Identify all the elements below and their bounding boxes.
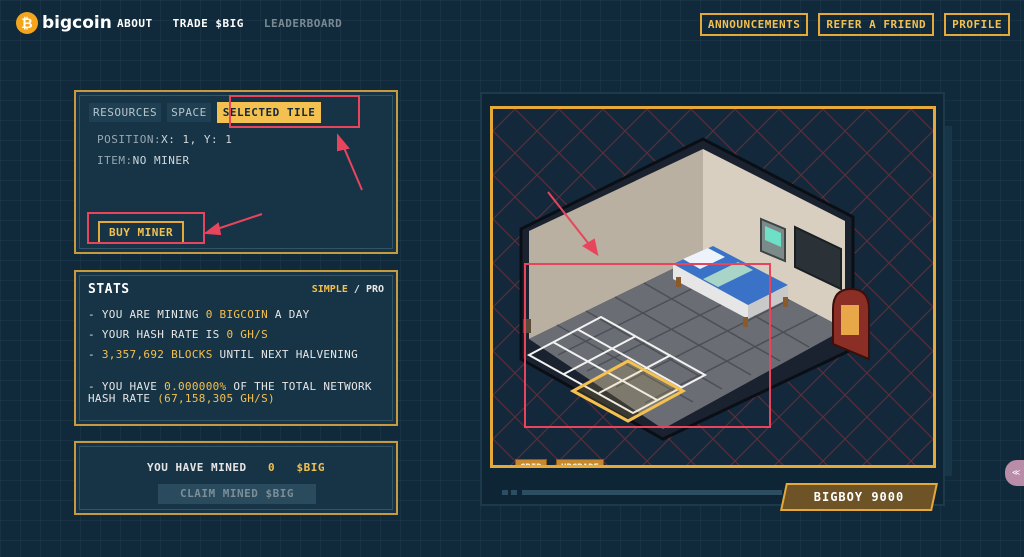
- nav-trade-big[interactable]: TRADE $BIG: [173, 17, 244, 30]
- mined-unit: $BIG: [296, 461, 326, 474]
- side-scrollbar[interactable]: [944, 126, 952, 476]
- frame-indicator-dots: [502, 490, 517, 495]
- annotation-box-floor-grid: [524, 263, 771, 428]
- item-row: ITEM:NO MINER: [97, 154, 190, 167]
- mined-amount: 0: [268, 461, 276, 474]
- miner-name-text: BIGBOY 9000: [813, 490, 905, 504]
- header-actions: ANNOUNCEMENTS REFER A FRIEND PROFILE: [699, 13, 1010, 36]
- refer-a-friend-button[interactable]: REFER A FRIEND: [818, 13, 935, 36]
- stats-panel: STATS SIMPLE / PRO - YOU ARE MINING 0 BI…: [74, 270, 398, 426]
- stat-text: - YOUR HASH RATE IS: [88, 328, 227, 341]
- annotation-box-selected-tile: [229, 95, 360, 128]
- announcements-button[interactable]: ANNOUNCEMENTS: [699, 13, 809, 36]
- stat-mining-rate: - YOU ARE MINING 0 BIGCOIN A DAY: [88, 309, 388, 321]
- upgrade-button[interactable]: UPGRADE: [556, 459, 604, 465]
- nav-about[interactable]: ABOUT: [117, 17, 153, 30]
- position-row: POSITION:X: 1, Y: 1: [97, 133, 232, 146]
- stat-value: 0 BIGCOIN: [205, 308, 268, 321]
- position-label: POSITION:: [97, 133, 162, 146]
- side-drawer-tab[interactable]: ≪: [1005, 460, 1024, 486]
- item-value: NO MINER: [132, 154, 190, 167]
- mined-panel: YOU HAVE MINED 0 $BIG CLAIM MINED $BIG: [74, 441, 398, 515]
- grid-toggle-button[interactable]: GRID: [515, 459, 547, 465]
- stat-text: UNTIL NEXT HALVENING: [212, 348, 358, 361]
- stat-text: - YOU ARE MINING: [88, 308, 206, 321]
- stat-text: -: [88, 348, 102, 361]
- stats-title: STATS: [88, 282, 130, 297]
- mode-separator: /: [353, 284, 360, 295]
- mined-summary: YOU HAVE MINED 0 $BIG: [76, 461, 396, 474]
- logo[interactable]: ₿ bigcoin: [16, 12, 112, 34]
- claim-mined-button[interactable]: CLAIM MINED $BIG: [158, 484, 316, 504]
- logo-text: bigcoin: [42, 13, 112, 33]
- stat-halvening: - 3,357,692 BLOCKS UNTIL NEXT HALVENING: [88, 349, 388, 361]
- item-label: ITEM:: [97, 154, 133, 167]
- position-value: X: 1, Y: 1: [161, 133, 233, 146]
- top-header: ₿ bigcoin ABOUT TRADE $BIG LEADERBOARD A…: [0, 0, 1024, 50]
- annotation-box-buy-miner: [87, 212, 205, 244]
- stat-value: (67,158,305 GH/S): [157, 392, 275, 405]
- stat-text: A DAY: [268, 308, 310, 321]
- stat-value: 0 GH/S: [226, 328, 268, 341]
- mode-simple[interactable]: SIMPLE: [312, 284, 348, 295]
- mined-label: YOU HAVE MINED: [146, 461, 247, 474]
- mode-pro[interactable]: PRO: [366, 284, 384, 295]
- profile-button[interactable]: PROFILE: [944, 13, 1010, 36]
- stats-mode-toggle: SIMPLE / PRO: [312, 284, 384, 295]
- bitcoin-coin-icon: ₿: [16, 12, 38, 34]
- stat-value: 3,357,692 BLOCKS: [101, 348, 213, 361]
- frame-progress-bar: [522, 490, 782, 495]
- stat-hash-rate: - YOUR HASH RATE IS 0 GH/S: [88, 329, 388, 341]
- stat-network-share: - YOU HAVE 0.000000% OF THE TOTAL NETWOR…: [88, 381, 388, 405]
- main-nav: ABOUT TRADE $BIG LEADERBOARD: [117, 17, 342, 30]
- nav-leaderboard[interactable]: LEADERBOARD: [264, 17, 342, 30]
- tab-resources[interactable]: RESOURCES: [89, 103, 162, 122]
- tab-space[interactable]: SPACE: [167, 103, 211, 122]
